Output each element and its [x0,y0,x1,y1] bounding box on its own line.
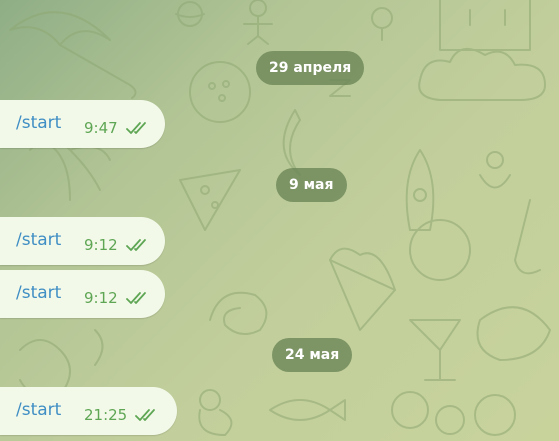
date-separator[interactable]: 9 мая [276,168,347,202]
command-link[interactable]: /start [16,283,61,303]
double-check-icon [125,239,146,251]
message-bubble[interactable]: /start 9:47 [0,100,165,148]
double-check-icon [125,122,146,134]
message-meta: 9:12 [84,289,152,307]
message-meta: 21:25 [84,406,161,424]
message-bubble[interactable]: /start 9:12 [0,217,165,265]
message-meta: 9:47 [84,119,152,137]
message-meta: 9:12 [84,236,152,254]
date-separator[interactable]: 24 мая [272,338,353,372]
double-check-icon [125,292,146,304]
command-link[interactable]: /start [16,230,61,250]
date-separator[interactable]: 29 апреля [256,51,365,85]
message-bubble[interactable]: /start 9:12 [0,270,165,318]
command-link[interactable]: /start [16,113,61,133]
message-bubble[interactable]: /start 21:25 [0,387,177,435]
message-time: 9:12 [84,289,118,307]
double-check-icon [135,409,156,421]
message-time: 9:12 [84,236,118,254]
message-time: 9:47 [84,119,118,137]
message-time: 21:25 [84,406,128,424]
command-link[interactable]: /start [16,400,61,420]
